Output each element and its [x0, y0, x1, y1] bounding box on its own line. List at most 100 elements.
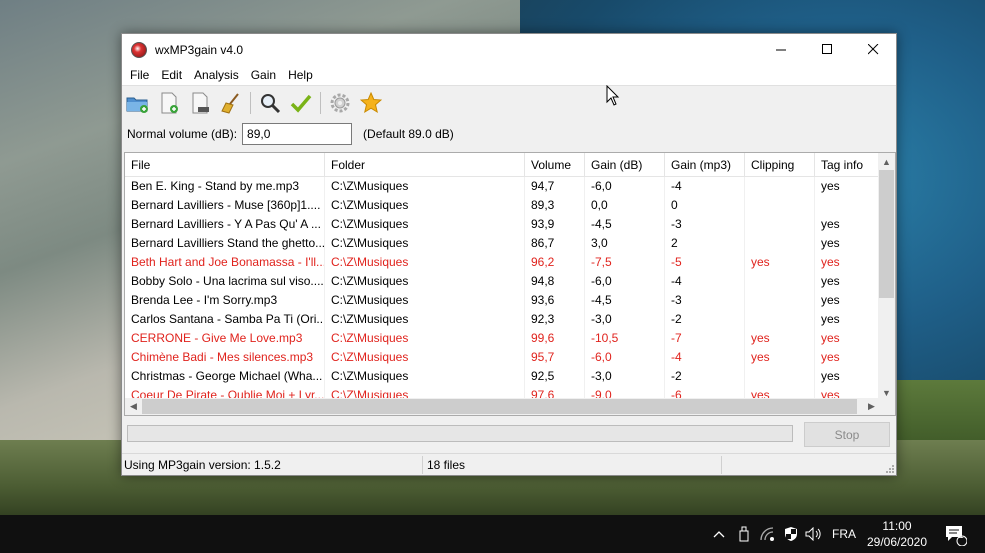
- cell-clipping: yes: [745, 348, 815, 367]
- column-gain-db[interactable]: Gain (dB): [585, 153, 665, 177]
- cell-tag-info: yes: [815, 177, 880, 196]
- cell-gain-mp3: -2: [665, 367, 745, 386]
- notification-center-button[interactable]: 1: [941, 515, 969, 553]
- menu-gain[interactable]: Gain: [245, 68, 282, 82]
- favorite-button[interactable]: [358, 90, 383, 115]
- column-folder[interactable]: Folder: [325, 153, 525, 177]
- cell-volume: 92,3: [525, 310, 585, 329]
- cell-folder: C:\Z\Musiques: [325, 291, 525, 310]
- cell-clipping: [745, 291, 815, 310]
- menu-help[interactable]: Help: [282, 68, 319, 82]
- network-tray-button[interactable]: [758, 515, 778, 553]
- volume-default: (Default 89.0 dB): [363, 127, 454, 141]
- cell-file: Bernard Lavilliers - Muse [360p]1....: [125, 196, 325, 215]
- table-row[interactable]: Bernard Lavilliers - Muse [360p]1.... C:\…: [125, 196, 880, 215]
- cell-clipping: [745, 272, 815, 291]
- cell-volume: 99,6: [525, 329, 585, 348]
- add-folder-icon: [126, 97, 148, 113]
- file-list[interactable]: File Folder Volume Gain (dB) Gain (mp3) …: [124, 152, 896, 416]
- minimize-icon: [775, 49, 786, 51]
- cell-tag-info: yes: [815, 272, 880, 291]
- cell-tag-info: yes: [815, 291, 880, 310]
- cell-gain-mp3: -7: [665, 329, 745, 348]
- cell-clipping: yes: [745, 253, 815, 272]
- cell-folder: C:\Z\Musiques: [325, 177, 525, 196]
- close-button[interactable]: [850, 34, 896, 65]
- cell-folder: C:\Z\Musiques: [325, 367, 525, 386]
- show-hidden-icons-button[interactable]: [709, 515, 729, 553]
- column-gain-mp3[interactable]: Gain (mp3): [665, 153, 745, 177]
- taskbar-clock[interactable]: 11:00 29/06/2020: [862, 518, 932, 550]
- cell-tag-info: [815, 196, 880, 215]
- cell-gain-db: -10,5: [585, 329, 665, 348]
- favorite-icon: [359, 91, 382, 113]
- cell-folder: C:\Z\Musiques: [325, 234, 525, 253]
- cell-gain-mp3: -3: [665, 215, 745, 234]
- cell-folder: C:\Z\Musiques: [325, 196, 525, 215]
- cell-gain-db: -4,5: [585, 215, 665, 234]
- security-tray-button[interactable]: [781, 515, 801, 553]
- cell-gain-mp3: -5: [665, 253, 745, 272]
- resize-grip-icon[interactable]: [884, 463, 894, 473]
- column-file[interactable]: File: [125, 153, 325, 177]
- cell-file: Carlos Santana - Samba Pa Ti (Ori...: [125, 310, 325, 329]
- remove-file-button[interactable]: [187, 90, 212, 115]
- table-row[interactable]: Chimène Badi - Mes silences.mp3 C:\Z\Musi…: [125, 348, 880, 367]
- settings-button[interactable]: [327, 90, 352, 115]
- cell-tag-info: yes: [815, 234, 880, 253]
- speaker-icon: [805, 527, 821, 541]
- table-row[interactable]: Christmas - George Michael (Wha... C:\Z\M…: [125, 367, 880, 386]
- analyze-button[interactable]: [257, 90, 282, 115]
- menu-file[interactable]: File: [124, 68, 155, 82]
- vertical-scroll-thumb[interactable]: [879, 170, 894, 298]
- table-row[interactable]: Bernard Lavilliers - Y A Pas Qu' A ... C:…: [125, 215, 880, 234]
- cell-gain-db: -3,0: [585, 367, 665, 386]
- cell-folder: C:\Z\Musiques: [325, 272, 525, 291]
- column-tag-info[interactable]: Tag info: [815, 153, 880, 177]
- usb-tray-button[interactable]: [735, 515, 753, 553]
- scroll-left-icon[interactable]: ◀: [125, 398, 142, 415]
- volume-tray-button[interactable]: [804, 515, 824, 553]
- volume-input[interactable]: [242, 123, 353, 145]
- table-row[interactable]: Beth Hart and Joe Bonamassa - I'll... C:\…: [125, 253, 880, 272]
- cell-tag-info: yes: [815, 310, 880, 329]
- horizontal-scrollbar[interactable]: ◀ ▶: [125, 398, 880, 415]
- scroll-corner: [878, 398, 895, 415]
- apply-gain-button[interactable]: [288, 90, 313, 115]
- volume-label: Normal volume (dB):: [127, 127, 238, 141]
- stop-button[interactable]: Stop: [804, 422, 890, 447]
- table-row[interactable]: Bobby Solo - Una lacrima sul viso.... C:\…: [125, 272, 880, 291]
- add-file-icon: [161, 92, 178, 113]
- vertical-scrollbar[interactable]: ▲ ▼: [878, 153, 895, 401]
- volume-row: Normal volume (dB): (Default 89.0 dB): [122, 119, 896, 149]
- table-row[interactable]: CERRONE - Give Me Love.mp3 C:\Z\Musiques 9…: [125, 329, 880, 348]
- app-window: wxMP3gain v4.0 File Edit Analysis Gain H…: [121, 33, 897, 476]
- table-row[interactable]: Bernard Lavilliers Stand the ghetto... C:…: [125, 234, 880, 253]
- maximize-icon: [821, 44, 832, 54]
- language-indicator[interactable]: FRA: [828, 515, 860, 553]
- apply-gain-icon: [290, 94, 311, 113]
- add-folder-button[interactable]: [125, 90, 150, 115]
- table-row[interactable]: Ben E. King - Stand by me.mp3 C:\Z\Musiqu…: [125, 177, 880, 196]
- column-volume[interactable]: Volume: [525, 153, 585, 177]
- cell-file: Bobby Solo - Una lacrima sul viso....: [125, 272, 325, 291]
- minimize-button[interactable]: [758, 34, 804, 65]
- clear-list-button[interactable]: [218, 90, 243, 115]
- menu-analysis[interactable]: Analysis: [188, 68, 245, 82]
- chevron-up-icon: [713, 531, 725, 538]
- cell-volume: 94,8: [525, 272, 585, 291]
- title-bar[interactable]: wxMP3gain v4.0: [122, 34, 896, 65]
- menu-edit[interactable]: Edit: [155, 68, 188, 82]
- table-row[interactable]: Brenda Lee - I'm Sorry.mp3 C:\Z\Musiques 9…: [125, 291, 880, 310]
- add-file-button[interactable]: [156, 90, 181, 115]
- horizontal-scroll-thumb[interactable]: [142, 399, 857, 414]
- status-file-count: 18 files: [423, 455, 722, 474]
- maximize-button[interactable]: [804, 34, 850, 65]
- list-header: File Folder Volume Gain (dB) Gain (mp3) …: [125, 153, 880, 177]
- status-extra: [722, 456, 892, 474]
- cell-gain-mp3: 0: [665, 196, 745, 215]
- scroll-up-icon[interactable]: ▲: [878, 153, 895, 170]
- column-clipping[interactable]: Clipping: [745, 153, 815, 177]
- cell-volume: 89,3: [525, 196, 585, 215]
- table-row[interactable]: Carlos Santana - Samba Pa Ti (Ori... C:\Z…: [125, 310, 880, 329]
